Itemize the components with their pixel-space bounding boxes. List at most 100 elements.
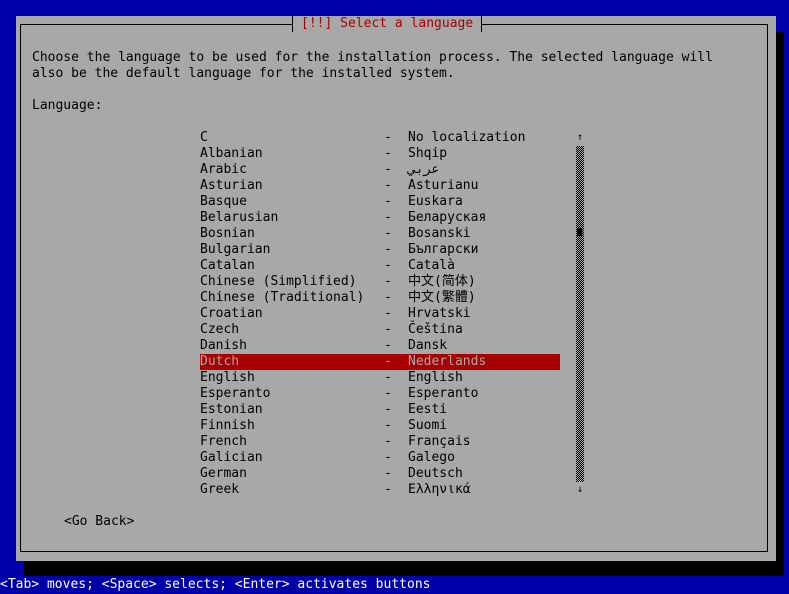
separator: -: [384, 338, 392, 353]
language-native-name: Français: [408, 434, 471, 449]
language-native-name: Ελληνικά: [408, 482, 471, 497]
separator: -: [384, 242, 392, 257]
separator: -: [384, 306, 392, 321]
language-native-name: Deutsch: [408, 466, 463, 481]
language-option[interactable]: Finnish - Suomi: [200, 418, 560, 434]
separator: -: [384, 418, 392, 433]
language-option[interactable]: Albanian - Shqip: [200, 146, 560, 162]
go-back-button[interactable]: <Go Back>: [64, 514, 134, 530]
language-option[interactable]: Chinese (Simplified) - 中文(简体): [200, 274, 560, 290]
separator: -: [384, 466, 392, 481]
separator: -: [384, 146, 392, 161]
language-name: Bosnian: [200, 226, 255, 241]
language-name: Bulgarian: [200, 242, 271, 257]
language-name: Esperanto: [200, 386, 271, 401]
language-list[interactable]: C - No localization Albanian - Shqip Arabic - عر…: [200, 130, 560, 498]
separator: -: [384, 258, 392, 273]
separator: -: [384, 274, 392, 289]
language-name: Asturian: [200, 178, 263, 193]
language-native-name: Nederlands: [408, 354, 487, 369]
separator: -: [384, 162, 392, 177]
language-option[interactable]: Czech - Čeština: [200, 322, 560, 338]
language-option[interactable]: Esperanto - Esperanto: [200, 386, 560, 402]
separator: -: [384, 402, 392, 417]
language-native-name: English: [408, 370, 463, 385]
language-name: C: [200, 130, 208, 145]
language-option[interactable]: Belarusian - Беларуская: [200, 210, 560, 226]
language-option[interactable]: Bosnian - Bosanski: [200, 226, 560, 242]
language-option[interactable]: Dutch - Nederlands: [200, 354, 560, 370]
language-name: Chinese (Simplified): [200, 274, 357, 289]
language-option[interactable]: Estonian - Eesti: [200, 402, 560, 418]
help-bar: <Tab> moves; <Space> selects; <Enter> ac…: [0, 577, 431, 592]
language-option[interactable]: Asturian - Asturianu: [200, 178, 560, 194]
language-name: Galician: [200, 450, 263, 465]
language-native-name: Euskara: [408, 194, 463, 209]
language-native-name: Eesti: [408, 402, 448, 417]
language-native-name: Esperanto: [408, 386, 479, 401]
language-option[interactable]: Chinese (Traditional) - 中文(繁體): [200, 290, 560, 306]
language-option[interactable]: French - Français: [200, 434, 560, 450]
language-option[interactable]: Arabic - عربي: [200, 162, 560, 178]
separator: -: [384, 450, 392, 465]
scroll-up-arrow-icon[interactable]: ↑: [576, 130, 584, 146]
language-name: Finnish: [200, 418, 255, 433]
language-native-name: Asturianu: [408, 178, 479, 193]
scroll-down-arrow-icon[interactable]: ↓: [576, 482, 584, 498]
language-native-name: Bosanski: [408, 226, 471, 241]
language-option[interactable]: German - Deutsch: [200, 466, 560, 482]
scrollbar-track[interactable]: [576, 146, 584, 482]
language-option[interactable]: English - English: [200, 370, 560, 386]
language-native-name: عربي: [408, 162, 440, 177]
separator: -: [384, 130, 392, 145]
language-name: Estonian: [200, 402, 263, 417]
language-native-name: Dansk: [408, 338, 448, 353]
language-native-name: 中文(繁體): [408, 290, 476, 305]
language-option[interactable]: Greek - Ελληνικά: [200, 482, 560, 498]
language-option[interactable]: Bulgarian - Български: [200, 242, 560, 258]
dialog-description: Choose the language to be used for the i…: [32, 50, 713, 81]
language-name: Chinese (Traditional): [200, 290, 365, 305]
dialog-title: [!!] Select a language: [292, 16, 483, 32]
language-native-name: Čeština: [408, 322, 463, 337]
language-native-name: Català: [408, 258, 455, 273]
language-option[interactable]: Catalan - Català: [200, 258, 560, 274]
language-name: Belarusian: [200, 210, 279, 225]
separator: -: [384, 482, 392, 497]
language-name: Croatian: [200, 306, 263, 321]
separator: -: [384, 290, 392, 305]
language-option[interactable]: Basque - Euskara: [200, 194, 560, 210]
language-name: German: [200, 466, 247, 481]
language-native-name: Shqip: [408, 146, 448, 161]
language-name: Greek: [200, 482, 240, 497]
language-native-name: Български: [408, 242, 479, 257]
language-label: Language:: [32, 98, 103, 113]
language-option[interactable]: Danish - Dansk: [200, 338, 560, 354]
language-native-name: Беларуская: [408, 210, 487, 225]
separator: -: [384, 370, 392, 385]
language-option[interactable]: Croatian - Hrvatski: [200, 306, 560, 322]
language-name: Arabic: [200, 162, 247, 177]
separator: -: [384, 226, 392, 241]
language-name: Basque: [200, 194, 247, 209]
scrollbar-thumb[interactable]: [577, 228, 582, 236]
language-name: Dutch: [200, 354, 240, 369]
language-dialog: [!!] Select a language Choose the langua…: [16, 16, 776, 561]
language-native-name: Hrvatski: [408, 306, 471, 321]
language-name: Catalan: [200, 258, 255, 273]
language-option[interactable]: C - No localization: [200, 130, 560, 146]
language-name: French: [200, 434, 247, 449]
separator: -: [384, 386, 392, 401]
language-native-name: Suomi: [408, 418, 448, 433]
scrollbar[interactable]: ↑ ↓: [576, 130, 584, 498]
separator: -: [384, 322, 392, 337]
separator: -: [384, 178, 392, 193]
language-name: English: [200, 370, 255, 385]
language-name: Danish: [200, 338, 247, 353]
separator: -: [384, 194, 392, 209]
language-native-name: 中文(简体): [408, 274, 476, 289]
language-option[interactable]: Galician - Galego: [200, 450, 560, 466]
language-name: Albanian: [200, 146, 263, 161]
language-native-name: No localization: [408, 130, 526, 145]
language-native-name: Galego: [408, 450, 455, 465]
